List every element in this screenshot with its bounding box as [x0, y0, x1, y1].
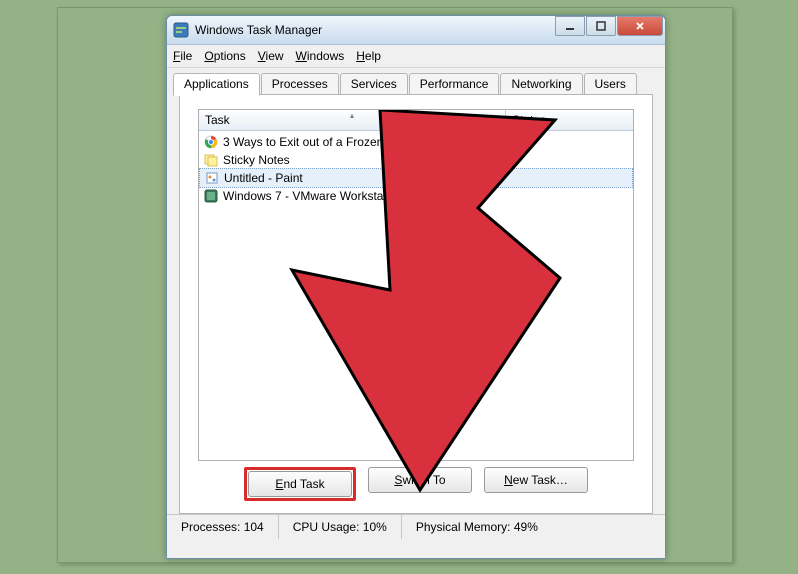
column-status[interactable]: Status — [506, 110, 633, 130]
task-manager-window: Windows Task Manager File Options View W… — [166, 15, 666, 559]
list-item[interactable]: Windows 7 - VMware Workstat — [199, 187, 633, 205]
cpu-label: CPU Usage: — [293, 520, 360, 534]
tab-applications[interactable]: Applications — [173, 73, 260, 96]
statusbar: Processes: 104 CPU Usage: 10% Physical M… — [167, 514, 665, 539]
menubar: File Options View Windows Help — [167, 45, 665, 68]
tab-services[interactable]: Services — [340, 73, 408, 95]
sort-indicator-icon: ▴ — [350, 111, 354, 120]
menu-windows[interactable]: Windows — [296, 49, 345, 63]
switch-to-button[interactable]: Switch To — [368, 467, 472, 493]
processes-value: 104 — [244, 520, 264, 534]
task-name: 3 Ways to Exit out of a Frozen Computer … — [223, 135, 629, 149]
processes-label: Processes: — [181, 520, 240, 534]
app-icon — [173, 22, 189, 38]
minimize-button[interactable] — [555, 16, 585, 36]
tab-strip: Applications Processes Services Performa… — [173, 73, 659, 95]
titlebar[interactable]: Windows Task Manager — [167, 16, 665, 45]
tab-content: Task ▴ Status 3 Ways to Exit out of a Fr… — [179, 94, 653, 514]
close-button[interactable] — [617, 16, 663, 36]
list-header: Task ▴ Status — [199, 110, 633, 131]
paint-icon — [204, 170, 220, 186]
column-task[interactable]: Task ▴ — [199, 110, 506, 130]
button-row: End Task Switch To New Task… — [180, 467, 652, 501]
memory-label: Physical Memory: — [416, 520, 511, 534]
new-task-button[interactable]: New Task… — [484, 467, 588, 493]
tab-performance[interactable]: Performance — [409, 73, 500, 95]
list-item-selected[interactable]: Untitled - Paint — [199, 168, 633, 188]
menu-options[interactable]: Options — [204, 49, 245, 63]
window-controls — [554, 16, 663, 36]
list-item[interactable]: Sticky Notes — [199, 151, 633, 169]
chrome-icon — [203, 134, 219, 150]
column-task-label: Task — [205, 113, 230, 127]
tabs-area: Applications Processes Services Performa… — [167, 68, 665, 514]
menu-view[interactable]: View — [258, 49, 284, 63]
memory-value: 49% — [514, 520, 538, 534]
list-item[interactable]: 3 Ways to Exit out of a Frozen Computer … — [199, 133, 633, 151]
tab-processes[interactable]: Processes — [261, 73, 339, 95]
applications-list[interactable]: Task ▴ Status 3 Ways to Exit out of a Fr… — [198, 109, 634, 461]
cpu-value: 10% — [363, 520, 387, 534]
list-body: 3 Ways to Exit out of a Frozen Computer … — [199, 131, 633, 207]
tab-networking[interactable]: Networking — [500, 73, 582, 95]
tab-users[interactable]: Users — [584, 73, 637, 95]
menu-file[interactable]: File — [173, 49, 192, 63]
status-cpu: CPU Usage: 10% — [279, 515, 402, 539]
vmware-icon — [203, 188, 219, 204]
task-name: Untitled - Paint — [224, 171, 628, 185]
maximize-button[interactable] — [586, 16, 616, 36]
end-task-button[interactable]: End Task — [248, 471, 352, 497]
menu-help[interactable]: Help — [356, 49, 381, 63]
status-memory: Physical Memory: 49% — [402, 515, 552, 539]
task-name: Windows 7 - VMware Workstat — [223, 189, 629, 203]
status-processes: Processes: 104 — [167, 515, 279, 539]
end-task-highlight: End Task — [244, 467, 356, 501]
sticky-notes-icon — [203, 152, 219, 168]
column-status-label: Status — [512, 113, 546, 127]
task-name: Sticky Notes — [223, 153, 629, 167]
